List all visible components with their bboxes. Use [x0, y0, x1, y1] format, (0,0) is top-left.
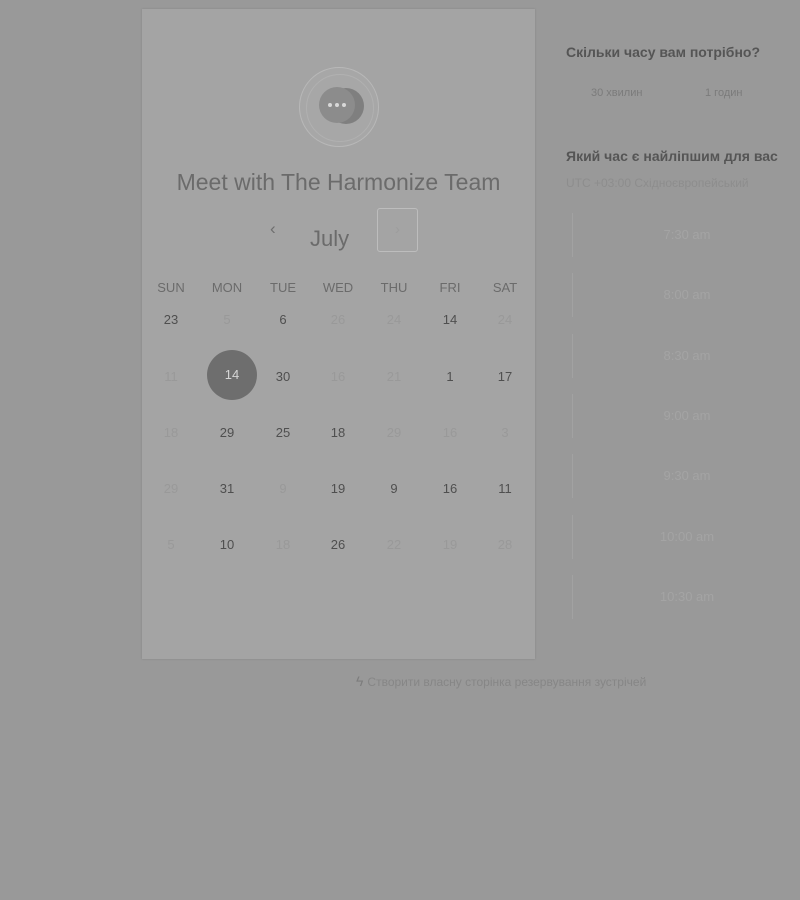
calendar-day: 16: [442, 425, 458, 440]
calendar-day: 5: [223, 312, 231, 327]
weekday-sat: SAT: [492, 280, 518, 295]
calendar-day: 26: [330, 312, 346, 327]
time-slot[interactable]: 8:30 am: [572, 333, 800, 378]
meeting-title: Meet with The Harmonize Team: [176, 169, 501, 195]
booking-card: Meet with The Harmonize Team ‹ July › SU…: [142, 9, 535, 659]
time-slot[interactable]: 10:30 am: [572, 574, 800, 619]
calendar-day[interactable]: 9: [369, 481, 419, 496]
weekday-fri: FRI: [439, 280, 461, 295]
month-label: July: [310, 226, 350, 251]
calendar-day: 9: [279, 481, 287, 496]
prev-month-button[interactable]: ‹: [270, 219, 276, 239]
calendar-day: 11: [164, 369, 178, 384]
calendar-day[interactable]: 25: [258, 425, 308, 440]
calendar-day[interactable]: 31: [202, 481, 252, 496]
calendar-day[interactable]: 14: [425, 312, 475, 327]
selected-day[interactable]: 14: [207, 350, 257, 400]
calendar-day: 29: [163, 481, 179, 496]
calendar-day: 24: [386, 312, 402, 327]
calendar-day[interactable]: 23: [146, 312, 196, 327]
calendar-day[interactable]: 17: [480, 369, 530, 384]
calendar-day[interactable]: 30: [258, 369, 308, 384]
time-slot[interactable]: 9:00 am: [572, 393, 800, 438]
time-slot[interactable]: 8:00 am: [572, 273, 800, 318]
calendar-day[interactable]: 1: [425, 369, 475, 384]
create-booking-page-text: Створити власну сторінка резервування зу…: [367, 675, 647, 689]
next-month-button[interactable]: ›: [377, 208, 418, 252]
calendar-day: 22: [386, 537, 402, 552]
weekday-tue: TUE: [270, 280, 296, 295]
calendar-day: 21: [386, 369, 402, 384]
timezone-selector[interactable]: UTC +03:00 Східноєвропейський: [566, 176, 749, 190]
calendar-day: 24: [497, 312, 513, 327]
calendar-day[interactable]: 19: [313, 481, 363, 496]
time-slot[interactable]: 7:30 am: [572, 213, 800, 257]
time-slot[interactable]: 10:00 am: [572, 514, 800, 559]
calendar-day: 29: [386, 425, 402, 440]
calendar-day: 18: [163, 425, 179, 440]
create-booking-page-link[interactable]: ϟ Створити власну сторінка резервування з…: [356, 673, 646, 689]
calendar-day[interactable]: 16: [425, 481, 475, 496]
calendar-day: 28: [497, 537, 513, 552]
calendar-day: 5: [167, 537, 175, 552]
calendar-day: 16: [330, 369, 346, 384]
calendar-day[interactable]: 10: [202, 537, 252, 552]
weekday-wed: WED: [322, 280, 354, 295]
hubspot-sprocket-icon: ϟ: [356, 673, 364, 689]
weekday-mon: MON: [211, 280, 243, 295]
weekday-thu: THU: [380, 280, 408, 295]
chat-dots-icon: [319, 87, 355, 123]
calendar-day[interactable]: 6: [258, 312, 308, 327]
duration-option-30[interactable]: 30 хвилин: [591, 87, 642, 99]
calendar-day: 19: [442, 537, 458, 552]
time-question: Який час є найліпшим для вас: [566, 148, 778, 164]
team-avatar: [299, 67, 379, 147]
calendar-day: 18: [275, 537, 291, 552]
calendar-day[interactable]: 29: [202, 425, 252, 440]
calendar-day: 3: [501, 425, 509, 440]
duration-option-60[interactable]: 1 годин: [705, 87, 742, 99]
calendar-day[interactable]: 26: [313, 537, 363, 552]
weekday-sun: SUN: [157, 280, 185, 295]
calendar-day[interactable]: 18: [313, 425, 363, 440]
duration-question: Скільки часу вам потрібно?: [566, 44, 761, 60]
time-slot[interactable]: 9:30 am: [572, 454, 800, 499]
calendar-day[interactable]: 11: [480, 481, 530, 496]
